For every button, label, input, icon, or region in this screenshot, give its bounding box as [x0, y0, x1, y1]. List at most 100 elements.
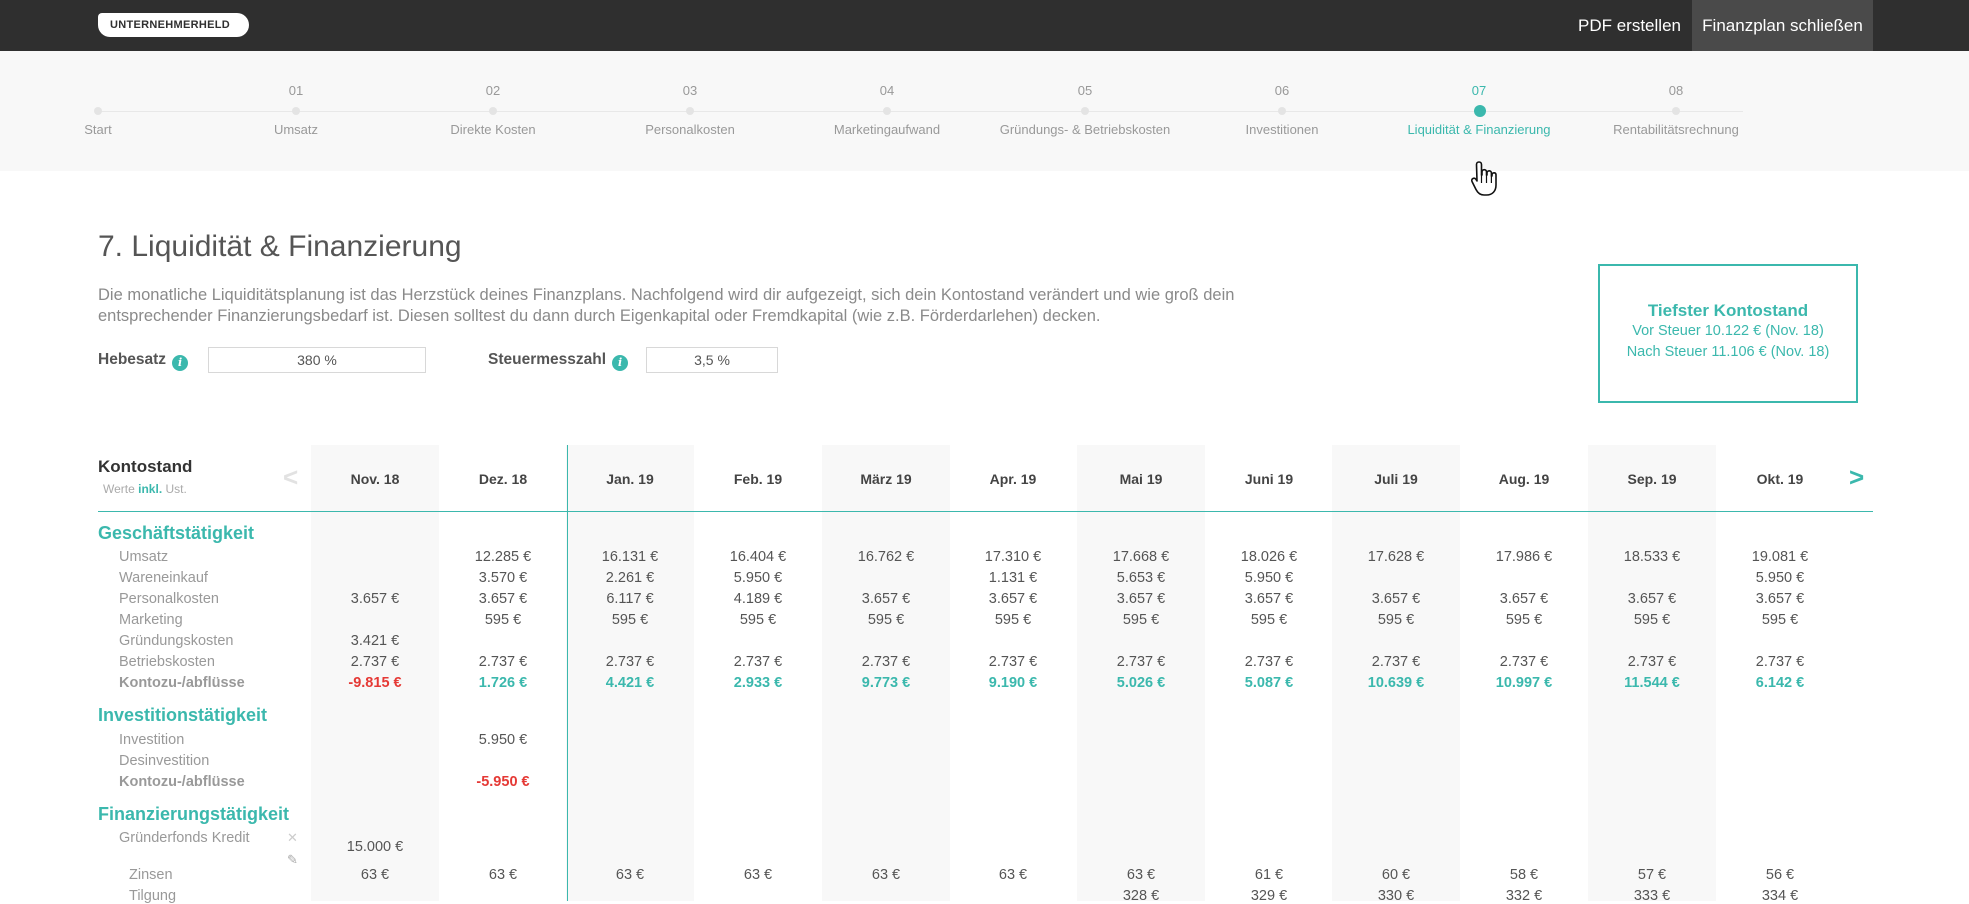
step-06[interactable]: 06 Investitionen — [1182, 51, 1382, 171]
section-finanzierungstaetigkeit: Finanzierungstätigkeit — [98, 804, 290, 824]
step-start[interactable]: Start — [0, 51, 198, 171]
month-header: Jan. 19 — [606, 471, 654, 487]
table-cell: 10.639 € — [1367, 675, 1425, 691]
month-header: Feb. 19 — [733, 471, 783, 487]
month-header: März 19 — [860, 471, 912, 487]
table-cell: 2.737 € — [1755, 654, 1805, 670]
step-07[interactable]: 07 Liquidität & Finanzierung — [1379, 51, 1579, 171]
table-cell: 3.657 € — [1371, 591, 1421, 607]
step-dot-icon — [883, 107, 891, 115]
table-cell: 63 € — [998, 867, 1028, 883]
step-label: Gründungs- & Betriebskosten — [999, 122, 1171, 137]
table-cell: 12.285 € — [474, 549, 532, 565]
step-number: 08 — [1668, 83, 1684, 98]
table-cell: 2.737 € — [1116, 654, 1166, 670]
intro-line-2: entsprechender Finanzierungsbedarf ist. … — [98, 307, 1101, 325]
hand-cursor-icon — [1470, 161, 1497, 196]
step-dot-icon — [489, 107, 497, 115]
next-months-arrow-icon[interactable]: > — [1849, 462, 1864, 492]
prev-months-arrow-icon[interactable]: < — [283, 462, 298, 492]
table-cell: 5.653 € — [1116, 570, 1166, 586]
table-cell: 6.142 € — [1755, 675, 1805, 691]
step-01[interactable]: 01 Umsatz — [196, 51, 396, 171]
table-cell: 3.657 € — [988, 591, 1038, 607]
steuermesszahl-label-text: Steuermesszahl — [488, 351, 607, 368]
row-label-investition: Investition — [119, 732, 185, 748]
step-04[interactable]: 04 Marketingaufwand — [787, 51, 987, 171]
brand-logo[interactable]: UNTERNEHMERHELD — [98, 13, 249, 37]
step-05[interactable]: 05 Gründungs- & Betriebskosten — [985, 51, 1185, 171]
table-cell: 63 € — [360, 867, 390, 883]
step-label: Rentabilitätsrechnung — [1613, 122, 1739, 137]
row-label-marketing: Marketing — [119, 612, 183, 628]
table-cell: 595 € — [1250, 612, 1288, 628]
table-cell: 332 € — [1505, 888, 1543, 904]
step-number: 07 — [1471, 83, 1487, 98]
table-cell: 2.737 € — [1499, 654, 1549, 670]
table-cell: 3.657 € — [1244, 591, 1294, 607]
row-label-tilgung: Tilgung — [129, 888, 177, 904]
table-cell: 16.404 € — [729, 549, 787, 565]
table-cell: 17.986 € — [1495, 549, 1553, 565]
table-cell: 63 € — [871, 867, 901, 883]
column-background — [822, 445, 950, 901]
info-icon[interactable]: i — [612, 355, 629, 371]
step-dot-icon — [686, 107, 694, 115]
month-header: Mai 19 — [1119, 471, 1163, 487]
row-label-konto2: Kontozu-/abflüsse — [119, 774, 245, 790]
table-cell: 18.533 € — [1623, 549, 1681, 565]
hebesatz-input[interactable]: 380 % — [208, 347, 426, 373]
step-08[interactable]: 08 Rentabilitätsrechnung — [1576, 51, 1776, 171]
step-dot-icon — [1474, 105, 1486, 117]
table-cell: 330 € — [1377, 888, 1415, 904]
table-cell: 2.737 € — [988, 654, 1038, 670]
table-cell: 3.657 € — [350, 591, 400, 607]
table-cell: 328 € — [1122, 888, 1160, 904]
table-cell: 5.950 € — [1755, 570, 1805, 586]
table-cell: 63 € — [615, 867, 645, 883]
pdf-create-button[interactable]: PDF erstellen — [1578, 0, 1681, 51]
table-cell: 595 € — [1761, 612, 1799, 628]
table-subtitle: Werte inkl. Ust. — [103, 482, 187, 496]
table-cell: 2.737 € — [1371, 654, 1421, 670]
table-cell: 595 € — [994, 612, 1032, 628]
row-label-gruendung: Gründungskosten — [119, 633, 234, 649]
step-label: Personalkosten — [645, 122, 735, 137]
step-03[interactable]: 03 Personalkosten — [590, 51, 790, 171]
table-cell: 1.726 € — [478, 675, 528, 691]
step-number: 01 — [288, 83, 304, 98]
table-cell: 2.933 € — [733, 675, 783, 691]
table-cell: 6.117 € — [606, 591, 654, 607]
current-period-divider — [567, 445, 568, 901]
remove-loan-icon[interactable]: ✕ — [287, 830, 298, 846]
table-cell: 595 € — [1377, 612, 1415, 628]
table-cell: 3.421 € — [350, 633, 400, 649]
info-icon[interactable]: i — [172, 355, 189, 371]
close-plan-button[interactable]: Finanzplan schließen — [1692, 0, 1873, 51]
table-cell: 3.657 € — [1499, 591, 1549, 607]
steuermesszahl-input[interactable]: 3,5 % — [646, 347, 778, 373]
table-cell: 9.773 € — [861, 675, 911, 691]
step-number: 02 — [485, 83, 501, 98]
lowest-balance-before-tax: Vor Steuer 10.122 € (Nov. 18) — [1632, 323, 1824, 339]
table-cell: 595 € — [484, 612, 522, 628]
table-cell: 2.737 € — [350, 654, 400, 670]
table-cell: 63 € — [1126, 867, 1156, 883]
month-header: Dez. 18 — [478, 471, 528, 487]
subtitle-inkl: inkl. — [138, 482, 163, 496]
table-cell: 5.087 € — [1244, 675, 1294, 691]
step-02[interactable]: 02 Direkte Kosten — [393, 51, 593, 171]
month-header: Aug. 19 — [1498, 471, 1550, 487]
edit-loan-icon[interactable]: ✎ — [287, 852, 298, 868]
table-cell: 2.737 € — [1627, 654, 1677, 670]
table-cell: 334 € — [1761, 888, 1799, 904]
table-cell: 5.026 € — [1116, 675, 1166, 691]
lowest-balance-after-tax: Nach Steuer 11.106 € (Nov. 18) — [1626, 344, 1830, 360]
intro-line-1: Die monatliche Liquiditätsplanung ist da… — [98, 286, 1235, 304]
table-cell: 2.261 € — [605, 570, 655, 586]
table-cell: 61 € — [1254, 867, 1284, 883]
section-geschaeftstaetigkeit: Geschäftstätigkeit — [98, 523, 255, 543]
table-title: Kontostand — [98, 457, 193, 476]
table-cell: 9.190 € — [988, 675, 1038, 691]
month-header: Juli 19 — [1374, 471, 1418, 487]
